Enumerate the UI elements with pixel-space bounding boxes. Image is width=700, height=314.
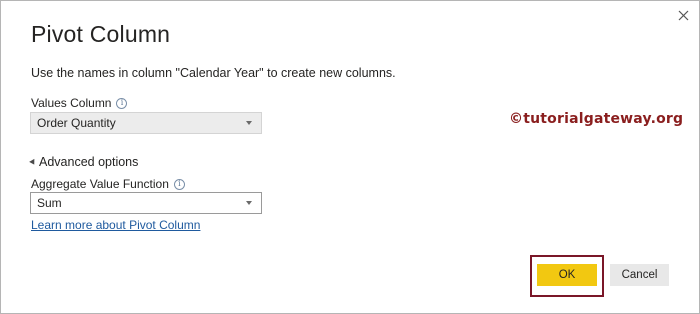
advanced-options-label: Advanced options <box>39 155 139 169</box>
close-button[interactable] <box>675 7 691 23</box>
aggregate-function-dropdown[interactable]: Sum <box>30 192 262 214</box>
aggregate-function-label: Aggregate Value Function <box>31 177 169 191</box>
aggregate-label-row: Aggregate Value Function i <box>31 177 185 191</box>
aggregate-function-selected: Sum <box>37 196 62 210</box>
info-icon[interactable]: i <box>173 178 185 190</box>
pivot-column-dialog: Pivot Column Use the names in column "Ca… <box>0 0 700 314</box>
close-icon <box>678 10 688 20</box>
watermark-text: ©tutorialgateway.org <box>509 111 684 127</box>
values-column-selected: Order Quantity <box>37 116 116 130</box>
info-icon[interactable]: i <box>116 97 128 109</box>
expand-triangle-icon <box>29 158 37 166</box>
dialog-description: Use the names in column "Calendar Year" … <box>31 66 396 80</box>
dialog-title: Pivot Column <box>31 21 171 47</box>
values-column-label-row: Values Column i <box>31 96 128 110</box>
chevron-down-icon <box>246 121 252 125</box>
values-column-label: Values Column <box>31 96 112 110</box>
cancel-button[interactable]: Cancel <box>610 264 669 286</box>
chevron-down-icon <box>246 201 252 205</box>
learn-more-link[interactable]: Learn more about Pivot Column <box>31 218 200 232</box>
values-column-dropdown[interactable]: Order Quantity <box>30 112 262 134</box>
ok-button[interactable]: OK <box>537 264 597 286</box>
advanced-options-toggle[interactable]: Advanced options <box>29 155 139 169</box>
